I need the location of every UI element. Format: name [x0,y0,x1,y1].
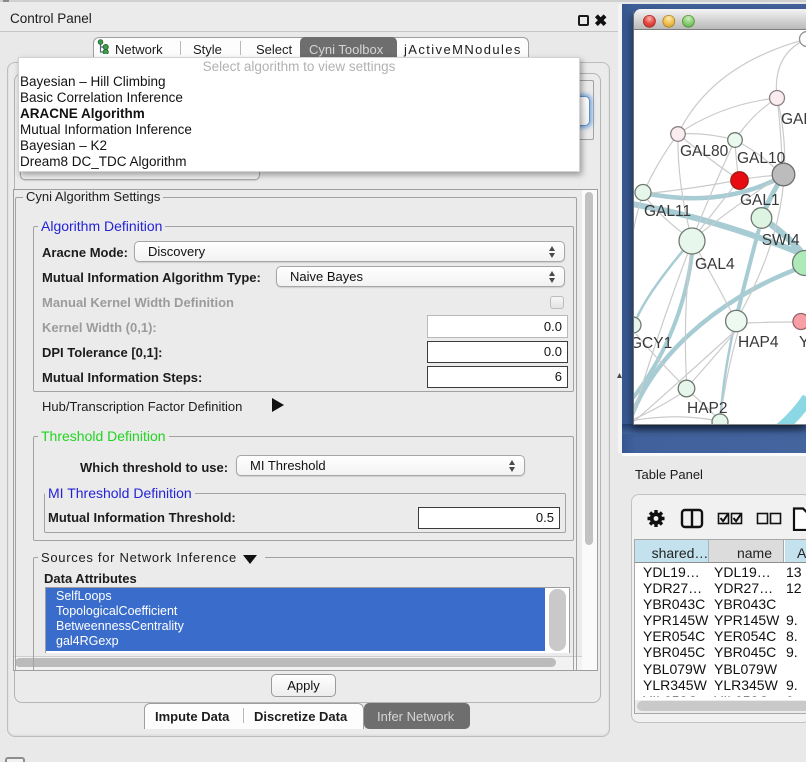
svg-text:GAL11: GAL11 [644,203,691,220]
svg-text:GAL7: GAL7 [781,111,806,128]
svg-text:HAP2: HAP2 [687,400,728,417]
svg-text:SWI4: SWI4 [762,232,800,249]
svg-text:GAL80: GAL80 [680,143,729,160]
svg-text:GAL4: GAL4 [695,256,735,273]
svg-text:GAL10: GAL10 [737,150,786,167]
svg-text:GAL1: GAL1 [740,192,780,209]
svg-text:GCY1: GCY1 [634,335,672,352]
svg-text:Y: Y [799,334,806,351]
svg-text:HAP4: HAP4 [738,334,779,351]
